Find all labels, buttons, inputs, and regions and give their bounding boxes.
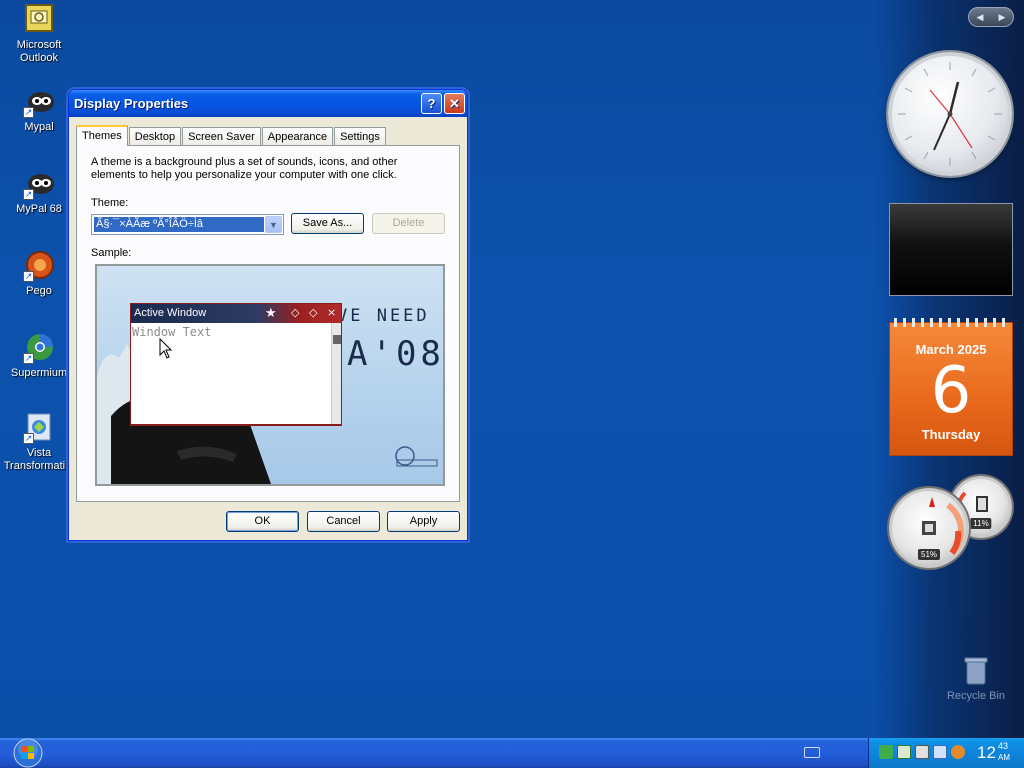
close-x-icon: ⨯: [327, 307, 337, 319]
mouse-cursor-icon: [159, 338, 173, 359]
desktop-icon-label: Vista Transformati...: [3, 447, 75, 472]
calendar-gadget[interactable]: March 2025 6 Thursday: [889, 318, 1013, 456]
clock-gadget[interactable]: [888, 52, 1012, 176]
sample-label: Sample:: [91, 247, 132, 259]
tab-screen-saver[interactable]: Screen Saver: [182, 127, 261, 146]
pego-icon: ↗: [23, 250, 55, 282]
desktop-icon-label: Pego: [26, 285, 52, 297]
windows-orb-icon: [13, 738, 43, 768]
display-properties-dialog: Display Properties ? ✕ Themes Desktop Sc…: [68, 89, 468, 541]
theme-selected-value: Ã§·¯×ÀÃæ ºÃ°ÎÂÖ÷Ìâ: [94, 217, 264, 232]
desktop-icon-recycle-bin[interactable]: Recycle Bin: [940, 656, 1012, 702]
desktop-icon-outlook[interactable]: Microsoft Outlook: [0, 4, 78, 65]
recycle-bin-label: Recycle Bin: [946, 690, 1006, 702]
desktop-icon-label: Mypal: [24, 121, 54, 133]
clock-face-icon: [898, 62, 1002, 166]
dialog-title: Display Properties: [74, 96, 189, 111]
tab-strip: Themes Desktop Screen Saver Appearance S…: [76, 125, 387, 146]
network-icon[interactable]: [879, 745, 893, 759]
shortcut-arrow-icon: ↗: [23, 433, 34, 444]
desktop-icon-mypal[interactable]: ↗ Mypal: [0, 86, 78, 134]
outlook-icon: [23, 4, 55, 36]
theme-dropdown[interactable]: Ã§·¯×ÀÃæ ºÃ°ÎÂÖ÷Ìâ ▼: [91, 214, 284, 235]
calendar-day: 6: [930, 354, 972, 428]
desktop-icon-label: Supermium: [10, 367, 68, 379]
preview-scrollbar: [331, 323, 341, 424]
volume-icon[interactable]: [933, 745, 947, 759]
monitor-icon[interactable]: [915, 745, 929, 759]
tab-settings[interactable]: Settings: [334, 127, 386, 146]
preview-window-text: Window Text: [132, 325, 212, 339]
sidebar-navigation[interactable]: ◀ ▶: [968, 7, 1014, 27]
tab-desktop[interactable]: Desktop: [128, 127, 182, 146]
theme-preview: VE NEED A'08 Active Window ★ ◇ ◇ ⨯ Windo…: [95, 264, 445, 486]
calendar-weekday: Thursday: [921, 427, 981, 442]
shortcut-arrow-icon: ↗: [23, 353, 34, 364]
save-as-button[interactable]: Save As...: [291, 213, 364, 234]
supermium-icon: ↗: [23, 332, 55, 364]
close-button[interactable]: ✕: [444, 93, 465, 114]
preview-window-title: Active Window: [134, 307, 207, 319]
maximize-diamond-icon: ◇: [309, 307, 318, 319]
preview-window-titlebar: Active Window ★ ◇ ◇ ⨯: [131, 304, 341, 323]
taskbar-clock-ampm[interactable]: AM: [998, 753, 1010, 762]
preview-wallpaper-headline: A'08: [347, 334, 445, 374]
themes-description: A theme is a background plus a set of so…: [91, 156, 398, 181]
shortcut-arrow-icon: ↗: [23, 107, 34, 118]
delete-button[interactable]: Delete: [372, 213, 445, 234]
memory-usage-value: 11%: [970, 518, 992, 529]
desktop-icon-vista-transformation[interactable]: ↗ Vista Transformati...: [0, 412, 78, 473]
keyboard-icon[interactable]: [804, 747, 820, 758]
shortcut-arrow-icon: ↗: [23, 189, 34, 200]
desktop-icon-pego[interactable]: ↗ Pego: [0, 250, 78, 298]
taskbar: 12 43 AM: [0, 738, 1024, 768]
cpu-usage-value: 51%: [917, 549, 941, 560]
desktop-icon-label: Microsoft Outlook: [16, 39, 62, 64]
taskbar-clock-minute[interactable]: 43: [998, 741, 1008, 751]
shortcut-arrow-icon: ↗: [23, 271, 34, 282]
security-icon[interactable]: [951, 745, 965, 759]
vista-transformation-icon: ↗: [23, 412, 55, 444]
theme-label: Theme:: [91, 197, 129, 209]
dialog-titlebar[interactable]: Display Properties ? ✕: [69, 90, 467, 117]
start-button[interactable]: [8, 738, 48, 768]
themes-panel: A theme is a background plus a set of so…: [76, 145, 460, 502]
tab-themes[interactable]: Themes: [76, 125, 128, 146]
desktop-icon-supermium[interactable]: ↗ Supermium: [0, 332, 78, 380]
apply-button[interactable]: Apply: [387, 511, 460, 532]
ok-button[interactable]: OK: [226, 511, 299, 532]
next-gadget-button[interactable]: ▶: [999, 12, 1006, 23]
system-tray: 12 43 AM: [868, 738, 1024, 768]
chevron-down-icon[interactable]: ▼: [265, 216, 282, 233]
desktop-icon-mypal68[interactable]: ↗ MyPal 68: [0, 168, 78, 216]
cancel-button[interactable]: Cancel: [307, 511, 380, 532]
preview-wallpaper-text: VE NEED: [337, 306, 430, 326]
preview-logo-icon: [395, 446, 438, 467]
preview-active-window: Active Window ★ ◇ ◇ ⨯ Window Text: [130, 303, 342, 425]
recycle-bin-icon: [964, 656, 988, 686]
cpu-meter-gadget[interactable]: 51%: [889, 488, 969, 568]
tab-appearance[interactable]: Appearance: [261, 127, 334, 146]
mypal68-icon: ↗: [23, 168, 55, 200]
star-icon: ★: [265, 305, 277, 320]
minimize-diamond-icon: ◇: [291, 307, 300, 319]
previous-gadget-button[interactable]: ◀: [977, 12, 984, 23]
mypal-icon: ↗: [23, 86, 55, 118]
slideshow-gadget[interactable]: [889, 203, 1013, 296]
help-button[interactable]: ?: [421, 93, 442, 114]
taskbar-clock-hour[interactable]: 12: [977, 743, 996, 763]
display-icon[interactable]: [897, 745, 911, 759]
calendar-rings-icon: [894, 318, 1008, 327]
desktop-icon-label: MyPal 68: [16, 203, 62, 215]
preview-scroll-thumb: [333, 335, 341, 344]
